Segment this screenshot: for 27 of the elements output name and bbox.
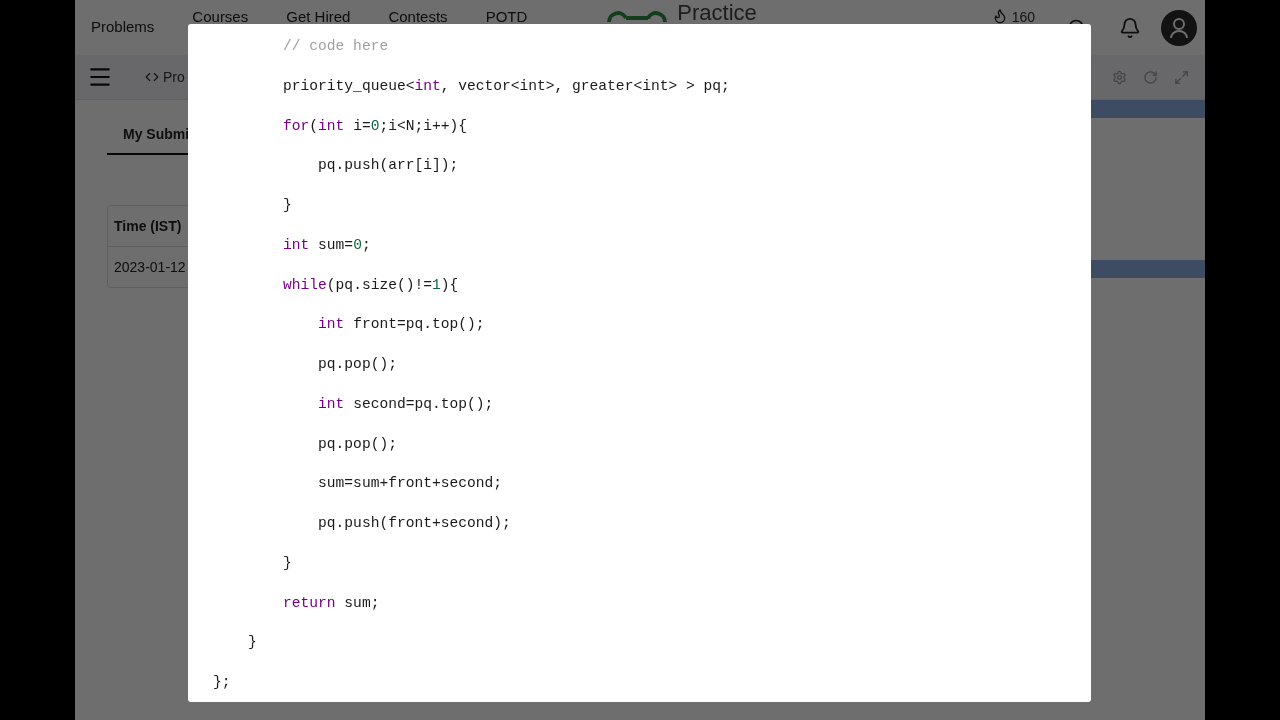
code-line: int sum=0; bbox=[282, 235, 371, 255]
logo-text: Practice bbox=[677, 1, 757, 25]
code-line: } bbox=[282, 553, 292, 573]
logo-icon bbox=[605, 10, 670, 24]
code-line: priority_queue<int, vector<int>, greater<int> > pq; bbox=[282, 76, 730, 96]
code-line: // code here bbox=[282, 37, 389, 56]
bell-icon[interactable] bbox=[1119, 16, 1141, 39]
code-line: } bbox=[247, 633, 257, 653]
code-icon bbox=[145, 70, 159, 84]
code-line: int front=pq.top(); bbox=[317, 315, 485, 335]
code-line: pq.pop(); bbox=[317, 434, 397, 454]
code-line: return sum; bbox=[282, 593, 380, 613]
code-line: for(int i=0;i<N;i++){ bbox=[282, 116, 467, 136]
table-cell: 2023-01-12 bbox=[114, 259, 186, 275]
code-line: while(pq.size()!=1){ bbox=[282, 275, 459, 295]
problem-tab[interactable]: Pro bbox=[145, 66, 185, 88]
code-line: } bbox=[282, 196, 292, 215]
nav-link[interactable]: Problems bbox=[91, 16, 155, 39]
avatar[interactable] bbox=[1161, 9, 1197, 46]
code-line: int second=pq.top(); bbox=[317, 394, 494, 414]
code-line: pq.push(front+second); bbox=[317, 514, 511, 533]
code-line: }; bbox=[213, 673, 231, 692]
code-line: sum=sum+front+second; bbox=[317, 474, 502, 494]
streak-count: 160 bbox=[1011, 8, 1035, 27]
code-line: pq.pop(); bbox=[317, 355, 397, 374]
code-line: pq.push(arr[i]); bbox=[317, 156, 459, 176]
column-header: Time (IST) bbox=[114, 218, 182, 234]
